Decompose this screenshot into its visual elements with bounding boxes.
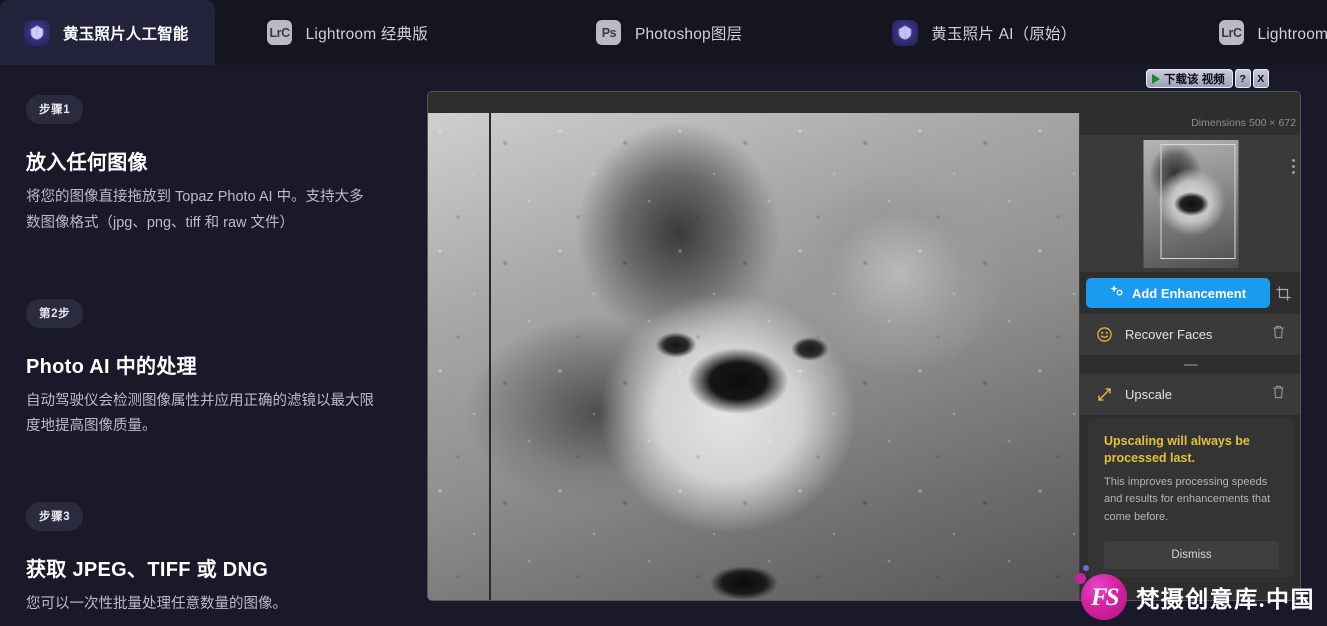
- tab-lightroom-classic-original[interactable]: LrC Lightroom 经典（原始）: [1194, 0, 1327, 65]
- download-video-bar: 下载该 视频 ? X: [1146, 69, 1269, 88]
- app-tab-bar: 黄玉照片人工智能 LrC Lightroom 经典版 Ps Photoshop图…: [0, 0, 1327, 65]
- tab-lightroom-classic[interactable]: LrC Lightroom 经典版: [243, 0, 454, 65]
- topaz-gem-icon: [892, 19, 919, 46]
- dimensions-label: Dimensions: [1191, 117, 1247, 129]
- topaz-gem-icon: [24, 19, 50, 46]
- enhancement-drag-separator[interactable]: [1080, 356, 1300, 374]
- enhancement-name: Recover Faces: [1125, 327, 1213, 342]
- enhancement-row-recover-faces[interactable]: Recover Faces: [1080, 314, 1300, 356]
- step-title: Photo AI 中的处理: [26, 355, 197, 378]
- add-enhancement-row: Add Enhancement: [1080, 272, 1300, 314]
- tab-label: Lightroom 经典版: [305, 25, 428, 43]
- more-options-icon[interactable]: [1292, 159, 1295, 174]
- tab-spacer-3: [768, 0, 868, 65]
- tab-photoshop-layers[interactable]: Ps Photoshop图层: [572, 0, 768, 65]
- app-window-toolbar: [428, 92, 1300, 113]
- crop-tool-icon[interactable]: [1270, 286, 1296, 301]
- download-video-label: 下载该 视频: [1164, 73, 1225, 86]
- tab-spacer-1: [215, 0, 243, 65]
- steps-sidebar: 步骤1 放入任何图像 将您的图像直接拖放到 Topaz Photo AI 中。支…: [0, 65, 420, 626]
- tab-topaz-photo-ai[interactable]: 黄玉照片人工智能: [0, 0, 215, 65]
- tab-topaz-photo-ai-original[interactable]: 黄玉照片 AI（原始）: [868, 0, 1102, 65]
- play-triangle-icon: [1152, 73, 1160, 84]
- tab-spacer-2: [454, 0, 572, 65]
- tab-spacer-4: [1102, 0, 1194, 65]
- step-item-3: 步骤3 获取 JPEG、TIFF 或 DNG 您可以一次性批量处理任意数量的图像…: [26, 502, 394, 618]
- add-enhancement-button[interactable]: Add Enhancement: [1086, 278, 1270, 308]
- topaz-photo-ai-window: Dimensions 500 × 672 Add Enhancement Rec…: [427, 91, 1301, 601]
- image-dimensions: Dimensions 500 × 672: [1191, 117, 1296, 129]
- enhancement-row-upscale[interactable]: Upscale: [1080, 374, 1300, 416]
- enhancement-name: Upscale: [1125, 387, 1172, 402]
- tab-label: Photoshop图层: [634, 25, 743, 43]
- step-body: 您可以一次性批量处理任意数量的图像。: [26, 596, 287, 613]
- thumbnail-area: [1080, 135, 1300, 272]
- notice-title: Upscaling will always be processed last.: [1104, 434, 1250, 465]
- step-badge: 步骤3: [26, 502, 84, 532]
- image-thumbnail[interactable]: [1143, 140, 1239, 268]
- watermark-text: 梵摄创意库.中国: [1136, 587, 1315, 612]
- step-title: 获取 JPEG、TIFF 或 DNG: [26, 559, 269, 582]
- crop-rectangle-overlay: [1160, 144, 1236, 259]
- preview-photo: [428, 113, 1079, 600]
- enhancement-list: Recover Faces Upscale: [1080, 314, 1300, 416]
- notice-body: This improves processing speeds and resu…: [1104, 475, 1271, 523]
- step-body: 自动驾驶仪会检测图像属性并应用正确的滤镜以最大限度地提高图像质量。: [26, 392, 374, 435]
- dimensions-value: 500 × 672: [1248, 117, 1296, 129]
- tab-label: Lightroom 经典（原始）: [1257, 25, 1327, 43]
- smiley-face-icon: [1096, 327, 1113, 342]
- step-item-1: 步骤1 放入任何图像 将您的图像直接拖放到 Topaz Photo AI 中。支…: [26, 95, 394, 237]
- watermark-monogram: FS: [1090, 583, 1120, 611]
- before-after-split-handle[interactable]: [489, 113, 491, 600]
- step-item-2: 第2步 Photo AI 中的处理 自动驾驶仪会检测图像属性并应用正确的滤镜以最…: [26, 298, 394, 441]
- photoshop-icon: Ps: [596, 20, 622, 46]
- download-bar-close-button[interactable]: X: [1252, 69, 1269, 88]
- watermark: FS 梵摄创意库.中国: [1075, 565, 1315, 620]
- step-title: 放入任何图像: [26, 152, 148, 174]
- diagonal-arrows-icon: [1096, 387, 1113, 402]
- step-body: 将您的图像直接拖放到 Topaz Photo AI 中。支持大多数图像格式（jp…: [26, 189, 364, 231]
- dismiss-button[interactable]: Dismiss: [1104, 540, 1279, 569]
- download-video-button[interactable]: 下载该 视频: [1146, 69, 1233, 88]
- add-enhancement-label: Add Enhancement: [1131, 285, 1247, 301]
- watermark-logo-icon: FS: [1075, 565, 1128, 620]
- tab-label: 黄玉照片 AI（原始）: [931, 25, 1077, 43]
- step-badge: 第2步: [26, 298, 84, 328]
- tab-label: 黄玉照片人工智能: [63, 25, 189, 43]
- lightroom-classic-icon: LrC: [267, 20, 293, 46]
- upscale-notice-box: Upscaling will always be processed last.…: [1088, 419, 1295, 577]
- delete-enhancement-icon[interactable]: [1272, 325, 1288, 344]
- water-droplets-overlay: [428, 113, 1079, 600]
- page-root: 黄玉照片人工智能 LrC Lightroom 经典版 Ps Photoshop图…: [0, 0, 1327, 626]
- image-canvas[interactable]: [428, 113, 1079, 600]
- sparkle-icon: [1110, 285, 1124, 301]
- delete-enhancement-icon[interactable]: [1272, 385, 1288, 404]
- download-bar-help-button[interactable]: ?: [1234, 69, 1251, 88]
- enhancements-panel: Dimensions 500 × 672 Add Enhancement Rec…: [1079, 113, 1300, 600]
- step-badge: 步骤1: [26, 95, 84, 124]
- lightroom-classic-icon: LrC: [1218, 20, 1244, 46]
